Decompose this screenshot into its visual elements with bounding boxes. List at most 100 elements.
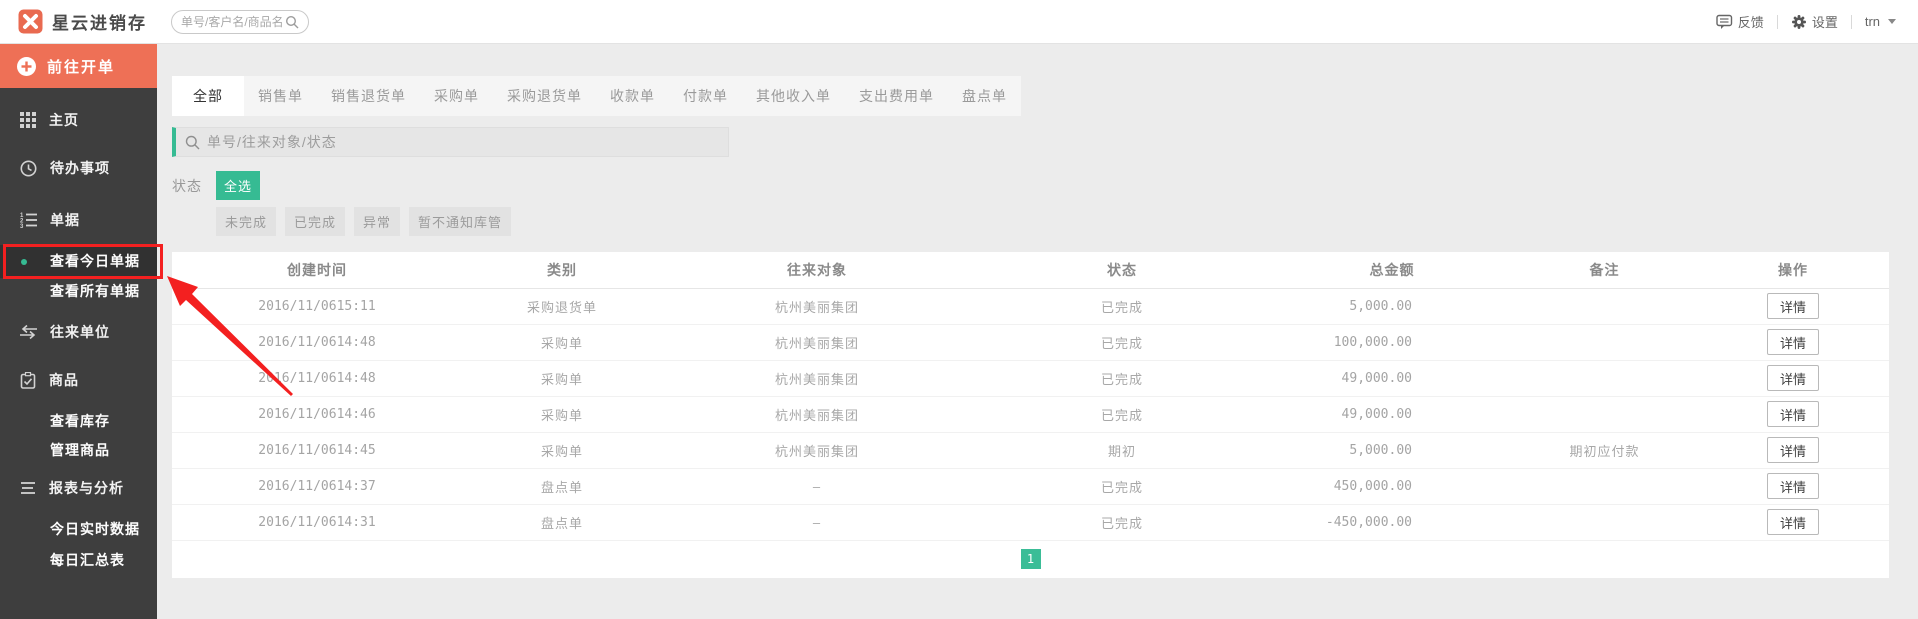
sidebar-item-label: 查看所有单据 [50, 283, 140, 299]
table-row: 2016/11/0615:11 采购退货单 杭州美丽集团 已完成 5,000.0… [172, 288, 1889, 325]
order-filter-search[interactable] [172, 127, 729, 157]
numbered-list-icon: 1 2 3 [20, 213, 37, 228]
tab-all[interactable]: 全部 [172, 76, 244, 116]
tab-stocktake[interactable]: 盘点单 [948, 76, 1021, 116]
sidebar-item-contacts[interactable]: 往来单位 [0, 308, 157, 356]
sidebar-item-label: 查看库存 [50, 413, 110, 429]
cell-party: 杭州美丽集团 [662, 360, 972, 397]
cell-status: 已完成 [972, 360, 1272, 397]
status-option-no-notify[interactable]: 暂不通知库管 [409, 207, 512, 236]
cell-type: 采购单 [462, 432, 662, 469]
sidebar-item-view-all-orders[interactable]: 查看所有单据 [0, 278, 157, 305]
tab-payment[interactable]: 付款单 [669, 76, 742, 116]
sidebar-item-label: 商品 [49, 372, 79, 388]
cell-note [1512, 468, 1697, 505]
sidebar-item-label: 报表与分析 [49, 480, 124, 496]
settings-label: 设置 [1811, 15, 1838, 30]
status-option-abnormal[interactable]: 异常 [354, 207, 401, 236]
detail-button[interactable]: 详情 [1767, 509, 1819, 535]
cell-note [1512, 360, 1697, 397]
cell-party: 杭州美丽集团 [662, 396, 972, 433]
divider [1850, 14, 1852, 29]
cell-type: 采购单 [462, 396, 662, 433]
sidebar-item-view-stock[interactable]: 查看库存 [0, 408, 157, 435]
sidebar-item-label: 主页 [49, 112, 79, 128]
search-icon [285, 15, 299, 28]
feedback-label: 反馈 [1737, 15, 1764, 30]
cell-status: 已完成 [972, 468, 1272, 505]
tab-purchase-return[interactable]: 采购退货单 [493, 76, 596, 116]
header-created-time: 创建时间 [172, 252, 462, 289]
settings-button[interactable]: 设置 [1791, 12, 1838, 31]
tab-sales-order[interactable]: 销售单 [244, 76, 317, 116]
feedback-button[interactable]: 反馈 [1716, 12, 1764, 31]
global-search[interactable] [171, 9, 309, 34]
cell-amount: 5,000.00 [1272, 288, 1512, 325]
cell-created-time: 2016/11/0614:45 [172, 432, 462, 469]
order-filter-search-input[interactable] [207, 134, 719, 150]
sidebar-item-daily-summary[interactable]: 每日汇总表 [0, 547, 157, 574]
topbar: 星云进销存 反馈 [0, 0, 1918, 44]
detail-button[interactable]: 详情 [1767, 365, 1819, 391]
sidebar-item-today-data[interactable]: 今日实时数据 [0, 516, 157, 543]
cell-type: 盘点单 [462, 504, 662, 541]
sidebar-item-home[interactable]: 主页 [0, 96, 157, 144]
cell-party: 杭州美丽集团 [662, 324, 972, 361]
sidebar-item-orders[interactable]: 1 2 3 单据 [0, 196, 157, 244]
speech-bubble-icon [1716, 14, 1732, 29]
cell-type: 盘点单 [462, 468, 662, 505]
tab-sales-return[interactable]: 销售退货单 [317, 76, 420, 116]
cell-amount: -450,000.00 [1272, 504, 1512, 541]
gear-icon [1791, 14, 1806, 29]
status-select-all-button[interactable]: 全选 [216, 171, 261, 200]
grid-icon [20, 112, 36, 128]
cell-party: – [662, 468, 972, 505]
cell-note [1512, 396, 1697, 433]
logo-x-icon [18, 9, 43, 34]
orders-table: 创建时间 类别 往来对象 状态 总金额 备注 操作 2016/11/0615:1… [172, 252, 1889, 541]
create-order-button[interactable]: 前往开单 [0, 44, 157, 88]
tab-expense[interactable]: 支出费用单 [845, 76, 948, 116]
table-row: 2016/11/0614:48 采购单 杭州美丽集团 已完成 49,000.00… [172, 360, 1889, 397]
cell-type: 采购退货单 [462, 288, 662, 325]
tab-other-income[interactable]: 其他收入单 [742, 76, 845, 116]
detail-button[interactable]: 详情 [1767, 293, 1819, 319]
main-area: 全部 销售单 销售退货单 采购单 采购退货单 收款单 付款单 其他收入单 支出费… [157, 44, 1918, 619]
table-row: 2016/11/0614:31 盘点单 – 已完成 -450,000.00 详情 [172, 504, 1889, 541]
sidebar-item-manage-products[interactable]: 管理商品 [0, 437, 157, 464]
detail-button[interactable]: 详情 [1767, 473, 1819, 499]
cell-party: – [662, 504, 972, 541]
global-search-input[interactable] [181, 14, 285, 29]
header-actions: 操作 [1697, 252, 1889, 289]
sidebar: 前往开单 主页 待办事项 1 2 3 单据 查看今日单据 查看所有单据 往来单位… [0, 44, 157, 619]
tab-receipt[interactable]: 收款单 [596, 76, 669, 116]
cell-party: 杭州美丽集团 [662, 288, 972, 325]
status-option-unfinished[interactable]: 未完成 [216, 207, 277, 236]
table-row: 2016/11/0614:46 采购单 杭州美丽集团 已完成 49,000.00… [172, 396, 1889, 433]
plus-circle-icon [17, 56, 36, 76]
sidebar-item-view-today-orders[interactable]: 查看今日单据 [0, 245, 157, 278]
sidebar-item-products[interactable]: 商品 [0, 356, 157, 404]
cell-created-time: 2016/11/0614:48 [172, 324, 462, 361]
sidebar-item-reports[interactable]: 报表与分析 [0, 464, 157, 512]
cell-party: 杭州美丽集团 [662, 432, 972, 469]
sidebar-item-label: 单据 [50, 212, 80, 228]
table-row: 2016/11/0614:45 采购单 杭州美丽集团 期初 5,000.00 期… [172, 432, 1889, 469]
page-number-button[interactable]: 1 [1020, 549, 1041, 569]
header-note: 备注 [1512, 252, 1697, 289]
order-type-tabs: 全部 销售单 销售退货单 采购单 采购退货单 收款单 付款单 其他收入单 支出费… [172, 76, 1021, 116]
user-menu[interactable]: trn [1865, 14, 1896, 29]
cell-created-time: 2016/11/0614:48 [172, 360, 462, 397]
detail-button[interactable]: 详情 [1767, 401, 1819, 427]
cell-status: 期初 [972, 432, 1272, 469]
cell-note [1512, 504, 1697, 541]
detail-button[interactable]: 详情 [1767, 437, 1819, 463]
status-option-finished[interactable]: 已完成 [285, 207, 346, 236]
tab-purchase-order[interactable]: 采购单 [420, 76, 493, 116]
chevron-down-icon [1888, 19, 1896, 24]
sidebar-item-todo[interactable]: 待办事项 [0, 144, 157, 192]
cell-amount: 450,000.00 [1272, 468, 1512, 505]
sidebar-item-label: 查看今日单据 [50, 253, 140, 269]
cell-created-time: 2016/11/0614:46 [172, 396, 462, 433]
detail-button[interactable]: 详情 [1767, 329, 1819, 355]
